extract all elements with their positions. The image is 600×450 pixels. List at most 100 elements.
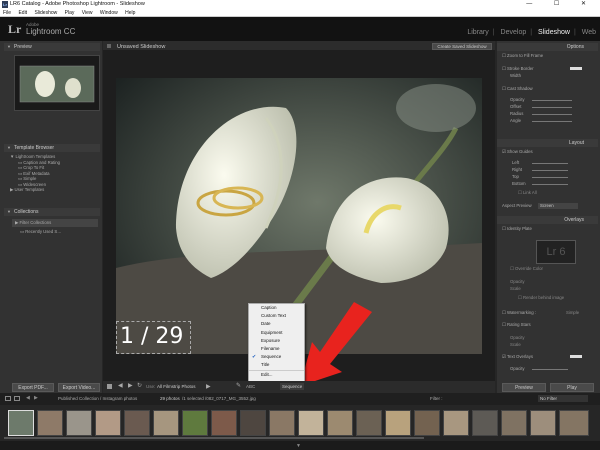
brand-product: Lightroom CC (26, 27, 76, 36)
render-behind-checkbox[interactable]: ☐ Render behind image (518, 295, 564, 301)
link-all-checkbox[interactable]: ☐ Link All (518, 190, 537, 196)
menu-item-custom-text[interactable]: Custom Text (249, 312, 304, 320)
collapse-bottom-icon[interactable]: ▼ (296, 443, 301, 449)
filmstrip-thumb[interactable] (298, 410, 324, 436)
filmstrip-thumb[interactable] (327, 410, 353, 436)
menu-item-edit[interactable]: Edit... (249, 369, 304, 378)
menu-play[interactable]: Play (65, 10, 75, 16)
menu-item-exposure[interactable]: Exposure (249, 337, 304, 345)
filmstrip-thumb[interactable] (124, 410, 150, 436)
angle-slider[interactable] (532, 121, 572, 122)
stop-icon[interactable] (107, 384, 112, 389)
filmstrip-thumb[interactable] (95, 410, 121, 436)
menu-help[interactable]: Help (125, 10, 135, 16)
filmstrip-thumb[interactable] (530, 410, 556, 436)
filmstrip-thumb[interactable] (443, 410, 469, 436)
play-button[interactable]: Play (550, 383, 594, 392)
preview-button[interactable]: Preview (502, 383, 546, 392)
back-icon[interactable]: ◀ (26, 395, 30, 401)
menu-file[interactable]: File (3, 10, 11, 16)
rating-stars-checkbox[interactable]: ☐ Rating Stars (502, 322, 531, 328)
module-web[interactable]: Web (582, 29, 596, 36)
export-video-button[interactable]: Export Video... (58, 383, 100, 392)
filmstrip-thumb[interactable] (240, 410, 266, 436)
menu-item-caption[interactable]: Caption (249, 304, 304, 312)
radius-slider[interactable] (532, 114, 572, 115)
collection-item[interactable]: ▭ Recently Used S… (20, 229, 98, 235)
menu-window[interactable]: Window (100, 10, 118, 16)
filmstrip-thumb[interactable] (385, 410, 411, 436)
create-saved-slideshow-button[interactable]: Create Saved Slideshow (432, 43, 492, 50)
filter-collections-label: Filter Collections (19, 220, 52, 225)
window-controls[interactable]: — ☐ ✕ (526, 0, 596, 9)
filmstrip-scrollbar[interactable] (4, 437, 424, 439)
user-templates-folder[interactable]: ▶ User Templates (10, 187, 98, 193)
sequence-token-select[interactable]: Sequence (280, 383, 304, 390)
identity-plate-preview[interactable]: Lr 6 (536, 240, 576, 264)
menu-slideshow[interactable]: Slideshow (34, 10, 57, 16)
filmstrip-thumb[interactable] (414, 410, 440, 436)
slide-counter-overlay[interactable]: 1 / 29 (120, 324, 183, 349)
watermark-select[interactable]: Simple (566, 310, 579, 316)
bottom-guide-slider[interactable] (532, 184, 568, 185)
filmstrip-thumb[interactable] (211, 410, 237, 436)
preview-panel-header[interactable]: ▼ Preview (4, 43, 100, 51)
left-guide-slider[interactable] (532, 163, 568, 164)
filmstrip-thumb[interactable] (153, 410, 179, 436)
right-guide-slider[interactable] (532, 170, 568, 171)
module-library[interactable]: Library (467, 29, 488, 36)
menu-item-sequence[interactable]: Sequence (249, 353, 304, 361)
show-guides-checkbox[interactable]: ☑ Show Guides (502, 149, 533, 155)
collections-header[interactable]: ▼ Collections (4, 208, 100, 216)
aspect-preview-select[interactable]: Screen (538, 203, 578, 209)
menu-edit[interactable]: Edit (18, 10, 27, 16)
text-opacity-slider[interactable] (532, 369, 568, 370)
text-overlays-checkbox[interactable]: ☑ Text Overlays (502, 354, 533, 360)
play-preview-icon[interactable]: ▶ (206, 383, 211, 390)
top-guide-slider[interactable] (532, 177, 568, 178)
menu-view[interactable]: View (82, 10, 93, 16)
layout-header[interactable]: Layout (497, 139, 598, 147)
text-color-swatch[interactable] (570, 355, 582, 358)
menu-item-equipment[interactable]: Equipment (249, 329, 304, 337)
filter-collections[interactable]: ▶ Filter Collections (12, 219, 98, 227)
stroke-border-checkbox[interactable]: ☐ Stroke Border (502, 66, 534, 72)
offset-slider[interactable] (532, 107, 572, 108)
filmstrip-thumb[interactable] (37, 410, 63, 436)
watermarking-checkbox[interactable]: ☐ Watermarking : (502, 310, 536, 316)
secondary-window-icon[interactable] (5, 396, 11, 401)
filmstrip-thumb[interactable] (182, 410, 208, 436)
filmstrip-thumb[interactable] (472, 410, 498, 436)
filter-select[interactable]: No Filter (538, 395, 588, 402)
stroke-color-swatch[interactable] (570, 67, 582, 70)
filmstrip-thumb[interactable] (66, 410, 92, 436)
override-color-checkbox[interactable]: ☐ Override Color (510, 266, 543, 272)
menu-item-title[interactable]: Title (249, 361, 304, 369)
module-develop[interactable]: Develop (501, 29, 527, 36)
next-icon[interactable]: ▶ (128, 382, 133, 389)
filmstrip-thumb-selected[interactable] (8, 410, 34, 436)
text-overlay-label[interactable]: ABC (246, 384, 255, 389)
filmstrip-thumb[interactable] (559, 410, 589, 436)
cast-shadow-checkbox[interactable]: ☐ Cast Shadow (502, 86, 533, 92)
menu-item-filename[interactable]: Filename (249, 345, 304, 353)
zoom-to-fill-checkbox[interactable]: ☐ Zoom to Fill Frame (502, 53, 543, 59)
text-tool-icon[interactable]: ✎ (236, 382, 241, 389)
template-browser-header[interactable]: ▼ Template Browser (4, 144, 100, 152)
forward-icon[interactable]: ▶ (34, 395, 38, 401)
opacity-slider[interactable] (532, 100, 572, 101)
menu-item-date[interactable]: Date (249, 320, 304, 328)
grid-view-icon[interactable] (14, 396, 20, 401)
export-pdf-button[interactable]: Export PDF... (12, 383, 54, 392)
filmstrip-thumb[interactable] (269, 410, 295, 436)
identity-plate-checkbox[interactable]: ☐ Identity Plate (502, 226, 532, 232)
use-select[interactable]: All Filmstrip Photos (157, 384, 196, 389)
overlays-header[interactable]: Overlays (497, 216, 598, 224)
filmstrip-source[interactable]: Published Collection / Instagram photos (58, 396, 137, 401)
rotate-icon[interactable]: ↻ (137, 382, 142, 389)
previous-icon[interactable]: ◀ (118, 382, 123, 389)
module-slideshow[interactable]: Slideshow (538, 29, 570, 36)
options-header[interactable]: Options (497, 43, 598, 51)
filmstrip-thumb[interactable] (501, 410, 527, 436)
filmstrip-thumb[interactable] (356, 410, 382, 436)
